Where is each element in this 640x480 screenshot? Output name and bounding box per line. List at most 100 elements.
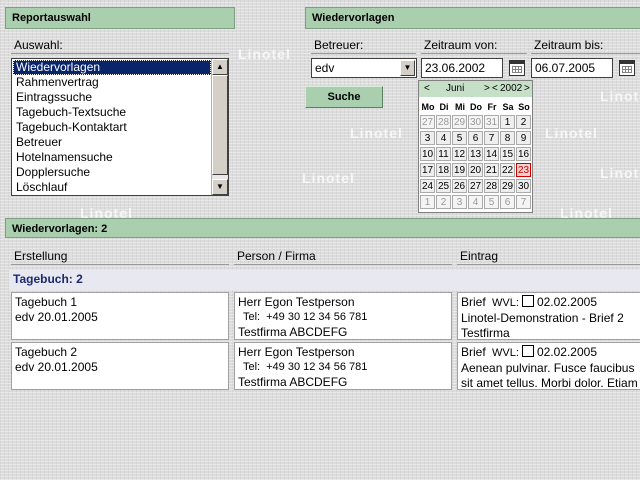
wvl-checkbox[interactable] [521,295,534,307]
calendar-day[interactable]: 13 [468,147,483,161]
calendar-icon[interactable] [619,60,635,76]
calendar-day[interactable]: 24 [420,179,435,193]
calendar-day[interactable]: 7 [516,195,531,209]
calendar-day[interactable]: 25 [436,179,451,193]
calendar-day[interactable]: 26 [452,179,467,193]
calendar-year: 2002 [500,83,523,94]
calendar-day[interactable]: 27 [468,179,483,193]
entry-created: edv 20.01.2005 [15,310,98,324]
scroll-thumb[interactable] [212,75,228,175]
calendar-day[interactable]: 6 [500,195,515,209]
betreuer-value: edv [315,61,335,75]
list-item[interactable]: Dopplersuche [13,165,211,180]
list-item[interactable]: Rahmenvertrag [13,75,211,90]
search-button[interactable]: Suche [305,86,383,108]
watermark: Linotel [238,46,291,62]
calendar-day[interactable]: 2 [516,115,531,129]
entry-text-line2: Testfirma [461,326,510,340]
calendar-day[interactable]: 28 [484,179,499,193]
calendar-weekday: Mo [421,102,435,112]
list-item[interactable]: Tagebuch-Textsuche [13,105,211,120]
prev-month-button[interactable]: < [424,81,430,97]
calendar-icon[interactable] [509,60,525,76]
calendar-day[interactable]: 10 [420,147,435,161]
column-header-eintrag: Eintrag [457,248,640,265]
report-scrollbar[interactable]: ▲ ▼ [211,59,228,195]
wvl-checkbox[interactable] [521,345,534,357]
entry-type: Brief [461,295,486,309]
entry-text-line1: Linotel-Demonstration - Brief 2 [461,311,624,325]
betreuer-select[interactable]: edv ▼ [311,58,417,78]
calendar-day[interactable]: 30 [468,115,483,129]
calendar-day[interactable]: 5 [452,131,467,145]
wvl-date: 02.02.2005 [536,295,597,309]
entry-title[interactable]: Tagebuch 2 [15,345,225,360]
calendar-day[interactable]: 1 [420,195,435,209]
results-panel-header: Wiedervorlagen: 2 [5,218,640,238]
list-item[interactable]: Eintragssuche [13,90,211,105]
calendar-day[interactable]: 5 [484,195,499,209]
table-cell-eintrag: Brief WVL: 02.02.2005 Aenean pulvinar. Fus… [457,342,640,390]
calendar-day[interactable]: 4 [468,195,483,209]
chevron-down-icon[interactable]: ▼ [400,60,415,76]
calendar-day[interactable]: 30 [516,179,531,193]
calendar-day[interactable]: 4 [436,131,451,145]
company-name[interactable]: Testfirma ABCDEFG [238,375,448,389]
calendar-day[interactable]: 14 [484,147,499,161]
calendar-weekday: Sa [502,102,514,112]
prev-year-button[interactable]: < [492,81,498,97]
entry-title[interactable]: Tagebuch 1 [15,295,225,310]
calendar-day[interactable]: 2 [436,195,451,209]
calendar-weekday: Do [470,102,482,112]
company-name[interactable]: Testfirma ABCDEFG [238,325,448,339]
wvl-date: 02.02.2005 [536,345,597,359]
calendar-day[interactable]: 3 [420,131,435,145]
calendar-day[interactable]: 12 [452,147,467,161]
person-name[interactable]: Herr Egon Testperson [238,295,448,310]
calendar-day[interactable]: 31 [484,115,499,129]
report-listbox[interactable]: Wiedervorlagen Rahmenvertrag Eintragssuche… [11,58,229,196]
report-list: Wiedervorlagen Rahmenvertrag Eintragssuche… [13,60,211,195]
calendar-day[interactable]: 15 [500,147,515,161]
calendar-day[interactable]: 29 [452,115,467,129]
calendar-day[interactable]: 17 [420,163,435,177]
list-item[interactable]: Wiedervorlagen [13,60,211,75]
date-picker-popup: < Juni > < 2002 > Mo Di Mi Do Fr Sa So 27 28 29 30… [418,80,533,213]
scroll-up-icon[interactable]: ▲ [212,59,228,75]
scroll-down-icon[interactable]: ▼ [212,179,228,195]
calendar-day[interactable]: 8 [500,131,515,145]
calendar-day[interactable]: 6 [468,131,483,145]
report-panel-header: Reportauswahl [5,7,235,29]
calendar-day[interactable]: 3 [452,195,467,209]
calendar-month: Juni [446,83,465,94]
table-cell-person: Herr Egon Testperson Tel: +49 30 12 34 56 … [234,292,452,340]
calendar-day[interactable]: 29 [500,179,515,193]
bis-date-input[interactable]: 06.07.2005 [531,58,613,78]
list-item[interactable]: Hotelnamensuche [13,150,211,165]
list-item[interactable]: Betreuer [13,135,211,150]
entry-created: edv 20.01.2005 [15,360,98,374]
calendar-day[interactable]: 18 [436,163,451,177]
calendar-day[interactable]: 27 [420,115,435,129]
person-name[interactable]: Herr Egon Testperson [238,345,448,360]
next-year-button[interactable]: > [524,81,530,97]
calendar-day[interactable]: 28 [436,115,451,129]
calendar-day[interactable]: 22 [500,163,515,177]
von-date-input[interactable]: 23.06.2002 [421,58,503,78]
calendar-day[interactable]: 1 [500,115,515,129]
list-item[interactable]: Löschlauf [13,180,211,195]
calendar-day[interactable]: 23 [516,163,531,177]
calendar-day[interactable]: 16 [516,147,531,161]
watermark: Linotel [350,125,403,141]
calendar-day[interactable]: 11 [436,147,451,161]
calendar-day[interactable]: 9 [516,131,531,145]
next-month-button[interactable]: > [484,81,490,97]
calendar-day[interactable]: 7 [484,131,499,145]
phone-label: Tel: [243,311,261,323]
calendar-day[interactable]: 20 [468,163,483,177]
calendar-day[interactable]: 19 [452,163,467,177]
list-item[interactable]: Tagebuch-Kontaktart [13,120,211,135]
calendar-day[interactable]: 21 [484,163,499,177]
phone-number: +49 30 12 34 56 781 [266,361,368,373]
table-cell-erstellung: Tagebuch 1 edv 20.01.2005 [11,292,229,340]
